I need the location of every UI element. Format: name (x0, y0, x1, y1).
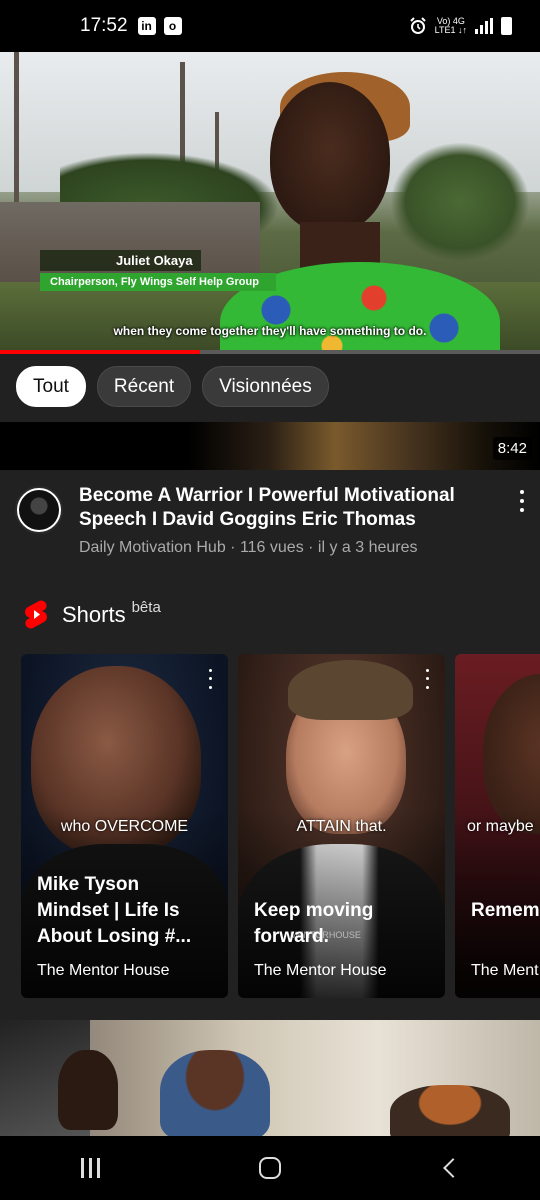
short-caption: who OVERCOME (60, 818, 189, 835)
recent-apps-button[interactable] (60, 1148, 120, 1188)
next-video-thumbnail[interactable] (0, 1020, 540, 1136)
short-card[interactable]: who OVERCOME Mike Tyson Mindset | Life I… (21, 654, 228, 998)
video-progress-bar[interactable] (0, 350, 540, 354)
signal-icon (475, 18, 493, 34)
home-button[interactable] (240, 1148, 300, 1188)
recent-apps-icon (80, 1158, 100, 1178)
alarm-icon (409, 17, 426, 34)
notification-app-icon: o (163, 17, 182, 35)
short-title: Keep moving forward. (254, 900, 374, 947)
video-more-options-icon[interactable] (512, 488, 532, 514)
network-type: Vo) 4G LTE1 ↓↑ (435, 17, 467, 35)
short-caption: ATTAIN that. (296, 818, 387, 835)
chip-visionnees[interactable]: Visionnées (202, 366, 329, 407)
short-card[interactable]: ATTAIN that. MENTORHOUSE Keep moving for… (238, 654, 445, 998)
shorts-beta-label: bêta (131, 598, 161, 616)
video-progress-fill (0, 350, 200, 354)
video-player[interactable]: Juliet Okaya Chairperson, Fly Wings Self… (0, 52, 540, 352)
youtube-home-screen: 17:52 in o Vo) 4G LTE1 ↓↑ Juliet Okaya C… (0, 0, 540, 1200)
video-thumbnail[interactable]: 8:42 (0, 422, 540, 470)
chip-recent[interactable]: Récent (96, 366, 192, 407)
short-channel: The Mentor House (254, 962, 387, 979)
status-indicators: Vo) 4G LTE1 ↓↑ (409, 17, 512, 35)
linkedin-icon: in (137, 17, 156, 35)
video-meta: Daily Motivation Hub · 116 vues · il y a… (79, 539, 418, 556)
back-icon (443, 1158, 463, 1178)
video-info-row[interactable]: Become A Warrior I Powerful Motivational… (0, 484, 540, 564)
lower-third-name: Juliet Okaya (40, 250, 201, 271)
short-more-options-icon[interactable] (417, 666, 437, 692)
video-duration: 8:42 (492, 437, 532, 460)
battery-icon (501, 17, 512, 35)
video-caption: when they come together they'll have som… (113, 324, 427, 338)
chip-tout[interactable]: Tout (16, 366, 86, 407)
channel-avatar[interactable] (15, 486, 63, 534)
home-icon (259, 1157, 281, 1179)
video-title[interactable]: Become A Warrior I Powerful Motivational… (79, 484, 479, 532)
filter-chips: Tout Récent Visionnées (16, 366, 329, 407)
channel-logo-icon (19, 490, 59, 530)
short-caption: or maybe (467, 818, 534, 835)
short-more-options-icon[interactable] (200, 666, 220, 692)
short-title: Mike Tyson Mindset | Life Is About Losin… (37, 874, 192, 947)
back-button[interactable] (420, 1148, 480, 1188)
short-card[interactable]: or maybe Remem... you rea... The Ment... (455, 654, 540, 998)
short-channel: The Ment... (471, 962, 540, 979)
short-title: Remem... you rea... (471, 900, 540, 921)
system-nav-bar (0, 1136, 540, 1200)
short-channel: The Mentor House (37, 962, 170, 979)
shorts-header: Shorts bêta (24, 598, 161, 630)
lower-third: Juliet Okaya Chairperson, Fly Wings Self… (40, 250, 276, 291)
lower-third-title: Chairperson, Fly Wings Self Help Group (40, 273, 276, 291)
shorts-title: Shorts (62, 602, 126, 627)
network-bottom-label: LTE1 ↓↑ (434, 25, 467, 35)
status-bar: 17:52 in o Vo) 4G LTE1 ↓↑ (0, 0, 540, 52)
shorts-logo-icon (25, 600, 47, 629)
status-time: 17:52 (80, 15, 128, 36)
shorts-carousel[interactable]: who OVERCOME Mike Tyson Mindset | Life I… (21, 654, 540, 1000)
